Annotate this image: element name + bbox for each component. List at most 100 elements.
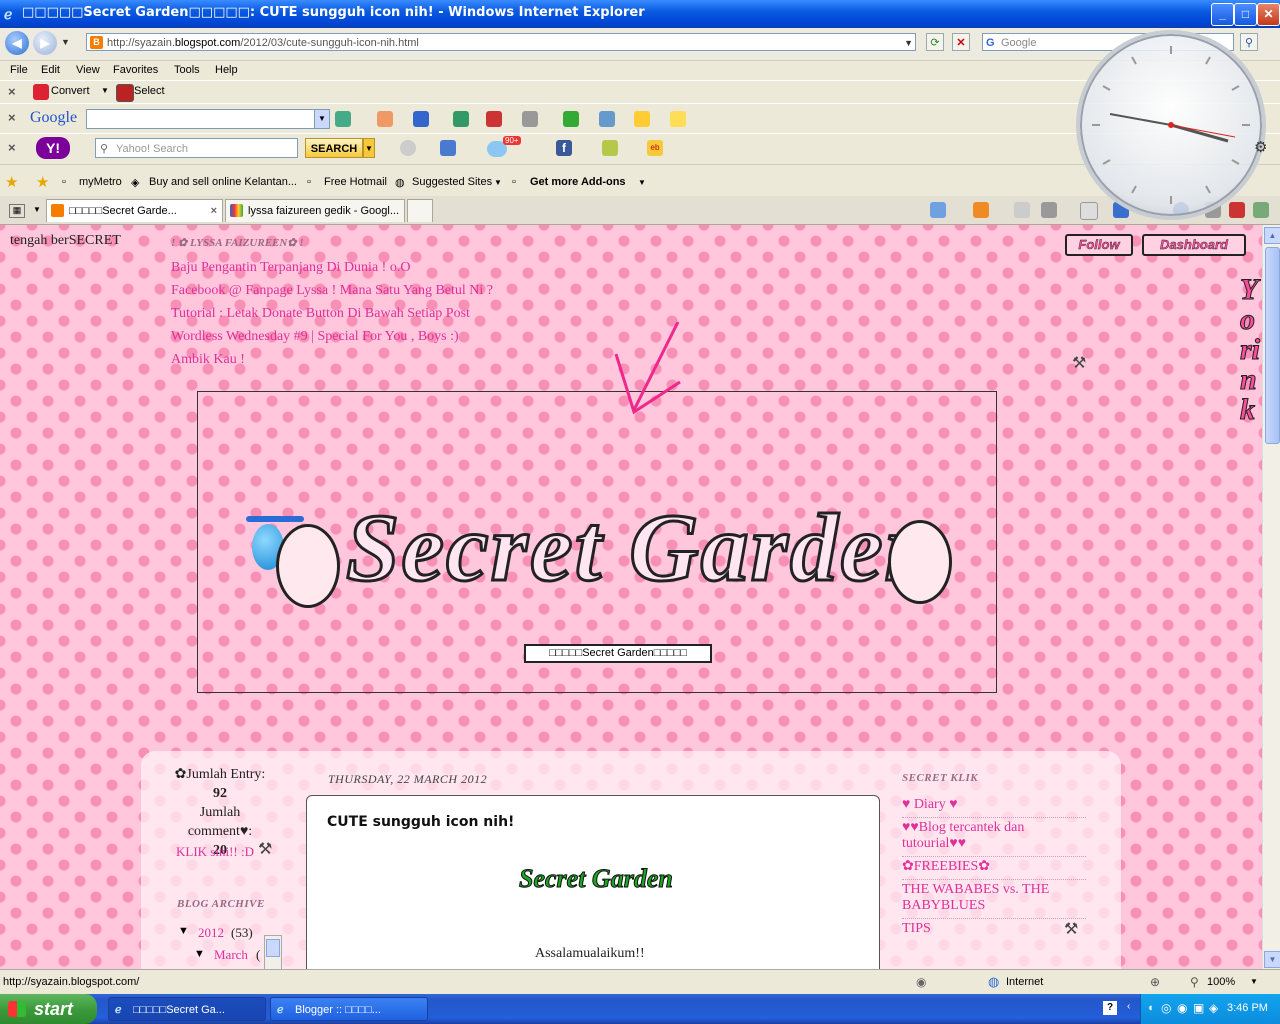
- close-yahoo-toolbar-icon[interactable]: ×: [8, 140, 16, 155]
- notepad-icon[interactable]: [602, 140, 618, 156]
- fav-hotmail[interactable]: Free Hotmail: [324, 176, 387, 188]
- clock-gadget[interactable]: [1076, 30, 1266, 220]
- feeds-icon[interactable]: [973, 202, 989, 218]
- zoom-level[interactable]: 100%: [1207, 976, 1235, 988]
- sidebar-link-freebies[interactable]: ✿FREEBIES✿: [902, 859, 1086, 880]
- mail-icon[interactable]: [440, 140, 456, 156]
- recent-post-link[interactable]: Baju Pengantin Terpanjang Di Dunia ! o.O: [171, 260, 410, 276]
- archive-month-toggle-icon[interactable]: ▼: [194, 948, 205, 960]
- refresh-icon[interactable]: ⟳: [926, 33, 944, 51]
- scroll-up-icon[interactable]: ▲: [1264, 227, 1280, 244]
- plus-icon[interactable]: [413, 111, 429, 127]
- blog-header-image[interactable]: Secret Garden □□□□□Secret Garden□□□□□: [197, 322, 997, 693]
- translate-text-icon[interactable]: [599, 111, 615, 127]
- fav-mymetro[interactable]: myMetro: [79, 176, 122, 188]
- back-button[interactable]: ◀: [5, 31, 29, 55]
- menu-favorites[interactable]: Favorites: [113, 64, 158, 76]
- translate-icon[interactable]: [453, 111, 469, 127]
- follow-button[interactable]: Follow: [1065, 234, 1133, 256]
- archive-year-link[interactable]: 2012: [198, 925, 224, 941]
- page-scrollbar[interactable]: ▲ ▼: [1262, 225, 1280, 969]
- menu-edit[interactable]: Edit: [41, 64, 60, 76]
- zoom-icon[interactable]: ⚲: [1190, 975, 1199, 989]
- edit-stats-icon[interactable]: ⚒: [258, 839, 272, 859]
- archive-scrollbar[interactable]: [264, 935, 282, 969]
- close-toolbar-icon[interactable]: ×: [8, 84, 16, 99]
- add-favorite-icon[interactable]: ★: [36, 173, 49, 191]
- close-button[interactable]: ✕: [1257, 3, 1280, 26]
- bookmarks-icon[interactable]: [377, 111, 393, 127]
- privacy-icon[interactable]: ◉: [916, 975, 926, 989]
- address-dropdown-icon[interactable]: ▼: [904, 34, 913, 52]
- tray-clock[interactable]: 3:46 PM: [1227, 1002, 1268, 1014]
- menu-help[interactable]: Help: [215, 64, 238, 76]
- convert-button[interactable]: Convert: [51, 85, 90, 97]
- tray-expand-icon[interactable]: ‹: [1127, 1001, 1130, 1012]
- archive-year-toggle-icon[interactable]: ▼: [178, 925, 189, 937]
- archive-month-link[interactable]: March: [214, 947, 248, 963]
- new-tab-button[interactable]: [407, 199, 433, 222]
- dashboard-button[interactable]: Dashboard: [1142, 234, 1246, 256]
- spellcheck-icon[interactable]: [563, 111, 579, 127]
- autofill-icon[interactable]: [634, 111, 650, 127]
- google-search-input[interactable]: [86, 109, 316, 129]
- gadget-tray-icon[interactable]: ◈: [1209, 1001, 1218, 1015]
- forward-button[interactable]: ▶: [33, 31, 57, 55]
- highlight-icon[interactable]: [670, 111, 686, 127]
- print-icon[interactable]: [1041, 202, 1057, 218]
- select-button[interactable]: Select: [134, 85, 165, 97]
- start-button[interactable]: start: [0, 994, 97, 1024]
- minimize-button[interactable]: _: [1211, 3, 1234, 26]
- addons-dropdown-icon[interactable]: ▼: [638, 178, 646, 187]
- read-mail-icon[interactable]: [1014, 202, 1030, 218]
- edit-sidebar-icon[interactable]: ⚒: [1064, 919, 1078, 939]
- tab-list-dropdown-icon[interactable]: ▼: [33, 205, 41, 214]
- sidebar-link-blog-tutorial[interactable]: ♥♥Blog tercantek dan tutourial♥♥: [902, 820, 1086, 857]
- google-dropdown-icon[interactable]: ▼: [314, 109, 330, 129]
- tab-secret-garden[interactable]: □□□□□Secret Garde... ×: [46, 199, 223, 222]
- zoom-dropdown-icon[interactable]: ▼: [1250, 977, 1258, 986]
- recent-post-link[interactable]: Ambik Kau !: [171, 352, 245, 368]
- post-title[interactable]: CUTE sungguh icon nih!: [327, 814, 514, 830]
- sidebar-link-wababes[interactable]: THE WABABES vs. THE BABYBLUES: [902, 882, 1086, 919]
- sidebar-link-tips[interactable]: TIPS: [902, 921, 1086, 941]
- scroll-down-icon[interactable]: ▼: [1264, 951, 1280, 968]
- convert-dropdown-icon[interactable]: ▼: [101, 86, 109, 95]
- share-icon[interactable]: [522, 111, 538, 127]
- tab-google-search[interactable]: lyssa faizureen gedik - Googl...: [225, 199, 405, 222]
- fav-buysell[interactable]: Buy and sell online Kelantan...: [149, 176, 297, 188]
- task-secret-garden[interactable]: ℯ □□□□□Secret Ga...: [108, 997, 266, 1021]
- security-tray-icon[interactable]: ▣: [1193, 1001, 1204, 1015]
- yahoo-search-input[interactable]: ⚲ Yahoo! Search: [95, 138, 298, 158]
- protected-mode-icon[interactable]: ⊕: [1150, 975, 1160, 989]
- sidebar-link-diary[interactable]: ♥ Diary ♥: [902, 797, 1086, 818]
- fav-suggested-sites[interactable]: Suggested Sites: [412, 176, 492, 188]
- recent-post-link[interactable]: Tutorial : Letak Donate Button Di Bawah …: [171, 306, 470, 322]
- yahoo-search-button[interactable]: SEARCH: [305, 138, 363, 158]
- favorites-star-icon[interactable]: ★: [5, 173, 18, 191]
- google-go-icon[interactable]: [335, 111, 351, 127]
- network-icon[interactable]: ◎: [1161, 1001, 1171, 1015]
- suggested-dropdown-icon[interactable]: ▼: [494, 178, 502, 187]
- menu-file[interactable]: File: [10, 64, 28, 76]
- help-tray-icon[interactable]: ?: [1103, 1001, 1117, 1015]
- popup-blocker-icon[interactable]: [486, 111, 502, 127]
- quick-tabs-icon[interactable]: ▦: [9, 204, 25, 218]
- stop-icon[interactable]: ✕: [952, 33, 970, 51]
- facebook-icon[interactable]: f: [556, 140, 572, 156]
- messenger-icon[interactable]: ◉: [1177, 1001, 1187, 1015]
- klik-link[interactable]: KLIK sini!! :D: [176, 844, 254, 860]
- ebay-icon[interactable]: eb: [647, 140, 663, 156]
- home-icon[interactable]: [930, 202, 946, 218]
- tab-close-icon[interactable]: ×: [211, 200, 217, 222]
- yahoo-search-dropdown-icon[interactable]: ▼: [363, 138, 375, 158]
- close-google-toolbar-icon[interactable]: ×: [8, 110, 16, 125]
- history-dropdown-icon[interactable]: ▼: [61, 37, 70, 47]
- scroll-thumb[interactable]: [1265, 247, 1280, 444]
- edit-widget-icon[interactable]: ⚒: [1072, 353, 1086, 373]
- smiley-icon[interactable]: [400, 140, 416, 156]
- menu-tools[interactable]: Tools: [174, 64, 200, 76]
- gadget-settings-icon[interactable]: ⚙: [1254, 138, 1267, 156]
- recent-post-link[interactable]: Facebook @ Fanpage Lyssa ! Mana Satu Yan…: [171, 283, 493, 299]
- task-blogger[interactable]: ℯ Blogger :: □□□□...: [270, 997, 428, 1021]
